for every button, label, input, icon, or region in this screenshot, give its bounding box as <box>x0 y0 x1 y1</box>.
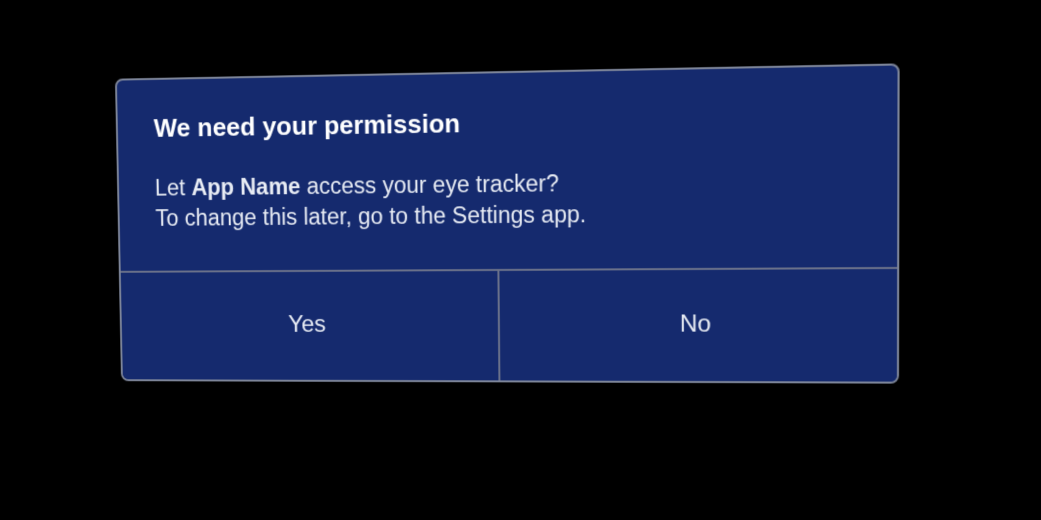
no-button[interactable]: No <box>497 269 897 382</box>
permission-dialog: We need your permission Let App Name acc… <box>115 63 900 383</box>
dialog-actions: Yes No <box>121 267 897 382</box>
app-name: App Name <box>191 173 301 200</box>
body-prefix: Let <box>155 175 192 201</box>
permission-dialog-wrapper: We need your permission Let App Name acc… <box>115 63 900 383</box>
dialog-content: We need your permission Let App Name acc… <box>117 65 898 270</box>
yes-button[interactable]: Yes <box>121 271 498 380</box>
dialog-body-line-2: To change this later, go to the Settings… <box>155 196 857 233</box>
dialog-title: We need your permission <box>153 101 857 143</box>
dialog-body: Let App Name access your eye tracker? To… <box>155 164 858 233</box>
body-suffix: access your eye tracker? <box>300 170 559 199</box>
